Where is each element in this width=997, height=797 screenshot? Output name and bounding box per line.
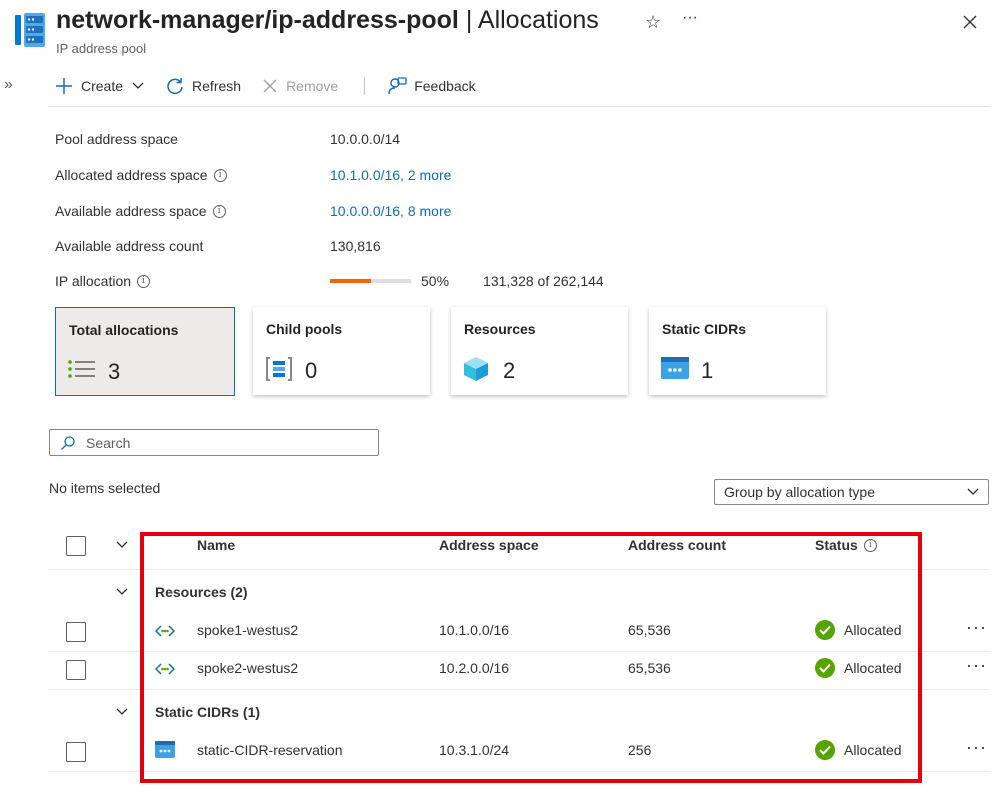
essentials-pool-address-space: Pool address space 10.0.0.0/14 bbox=[55, 129, 400, 149]
annotation-highlight-box bbox=[140, 532, 922, 783]
essentials-available-address-space: Available address space i 10.0.0.0/16, 8 … bbox=[55, 201, 451, 221]
card-title: Child pools bbox=[266, 321, 343, 337]
info-icon[interactable]: i bbox=[137, 274, 151, 288]
toolbar-divider-line bbox=[48, 106, 990, 107]
essentials-label: Available address count bbox=[55, 238, 204, 254]
list-icon bbox=[68, 360, 96, 383]
more-options-icon[interactable]: ··· bbox=[682, 9, 698, 27]
row-more-actions-icon[interactable]: ··· bbox=[966, 737, 987, 758]
essentials-allocated-address-space: Allocated address space i 10.1.0.0/16, 2 … bbox=[55, 165, 451, 185]
card-resources[interactable]: Resources 2 bbox=[451, 307, 628, 395]
remove-x-icon bbox=[263, 79, 277, 93]
title-separator: | bbox=[465, 6, 473, 34]
toolbar-divider bbox=[364, 77, 366, 95]
allocated-address-space-link[interactable]: 10.1.0.0/16, 2 more bbox=[330, 167, 451, 183]
page-title: network-manager/ip-address-pool | Alloca… bbox=[56, 6, 599, 35]
group-chevron-icon[interactable] bbox=[115, 585, 129, 604]
card-child-pools[interactable]: Child pools 0 bbox=[253, 307, 430, 395]
expand-sidebar-icon[interactable]: » bbox=[4, 76, 13, 94]
card-title: Resources bbox=[464, 321, 536, 337]
feedback-label: Feedback bbox=[414, 78, 476, 94]
row-more-actions-icon[interactable]: ··· bbox=[966, 617, 987, 638]
title-page: Allocations bbox=[477, 6, 599, 34]
row-more-actions-icon[interactable]: ··· bbox=[966, 655, 987, 676]
row-checkbox[interactable] bbox=[66, 622, 86, 642]
selection-status: No items selected bbox=[49, 480, 161, 496]
row-checkbox[interactable] bbox=[66, 742, 86, 762]
essentials-available-address-count: Available address count 130,816 bbox=[55, 236, 381, 256]
feedback-icon bbox=[388, 77, 407, 95]
card-value: 0 bbox=[305, 358, 318, 383]
plus-icon bbox=[56, 78, 72, 94]
info-icon[interactable]: i bbox=[213, 168, 227, 182]
feedback-button[interactable]: Feedback bbox=[387, 76, 476, 96]
card-title: Static CIDRs bbox=[662, 321, 747, 337]
ip-allocation-percent: 50% bbox=[421, 273, 450, 289]
card-value: 2 bbox=[503, 358, 516, 383]
card-value: 3 bbox=[108, 359, 121, 384]
progress-fill bbox=[330, 279, 371, 283]
essentials-value: 130,816 bbox=[330, 238, 381, 254]
group-by-dropdown[interactable]: Group by allocation type bbox=[714, 479, 989, 505]
create-label: Create bbox=[81, 78, 124, 94]
command-bar: Create Refresh Remove Feedback bbox=[54, 74, 496, 98]
essentials-label: Available address space bbox=[55, 203, 207, 219]
card-value: 1 bbox=[701, 358, 714, 383]
favorite-star-icon[interactable]: ☆ bbox=[645, 12, 661, 33]
select-all-checkbox[interactable] bbox=[66, 536, 86, 556]
ip-allocation-progress-bar bbox=[330, 279, 411, 283]
title-resource: network-manager/ip-address-pool bbox=[56, 6, 459, 34]
page-subtitle: IP address pool bbox=[56, 41, 147, 56]
card-title: Total allocations bbox=[69, 322, 179, 338]
group-by-selected: Group by allocation type bbox=[724, 484, 875, 500]
remove-label: Remove bbox=[286, 78, 339, 94]
create-button[interactable]: Create bbox=[54, 76, 145, 96]
essentials-label: Pool address space bbox=[55, 131, 178, 147]
child-pool-icon bbox=[265, 356, 293, 387]
static-cidr-icon bbox=[661, 356, 689, 385]
essentials-value: 10.0.0.0/14 bbox=[330, 131, 401, 147]
ip-pool-icon bbox=[15, 13, 45, 52]
search-placeholder: Search bbox=[86, 434, 131, 451]
ip-allocation-detail: 131,328 of 262,144 bbox=[483, 273, 604, 289]
essentials-label: Allocated address space bbox=[55, 167, 208, 183]
essentials-ip-allocation: IP allocation i 50% 131,328 of 262,144 bbox=[55, 271, 604, 291]
card-total-allocations[interactable]: Total allocations 3 bbox=[55, 307, 235, 396]
search-input[interactable]: Search bbox=[49, 429, 379, 456]
chevron-down-icon bbox=[132, 82, 144, 89]
group-chevron-icon[interactable] bbox=[115, 705, 129, 724]
row-checkbox[interactable] bbox=[66, 660, 86, 680]
refresh-label: Refresh bbox=[192, 78, 242, 94]
info-icon[interactable]: i bbox=[212, 204, 226, 218]
close-icon[interactable] bbox=[962, 14, 978, 35]
collapse-all-chevron-icon[interactable] bbox=[115, 538, 129, 557]
remove-button[interactable]: Remove bbox=[261, 77, 338, 95]
card-static-cidrs[interactable]: Static CIDRs 1 bbox=[649, 307, 826, 395]
chevron-down-icon bbox=[967, 488, 979, 495]
available-address-space-link[interactable]: 10.0.0.0/16, 8 more bbox=[330, 203, 451, 219]
resource-cube-icon bbox=[463, 356, 489, 387]
essentials-label: IP allocation bbox=[55, 273, 132, 289]
search-icon bbox=[61, 435, 75, 450]
refresh-button[interactable]: Refresh bbox=[165, 76, 241, 96]
refresh-icon bbox=[167, 78, 183, 95]
